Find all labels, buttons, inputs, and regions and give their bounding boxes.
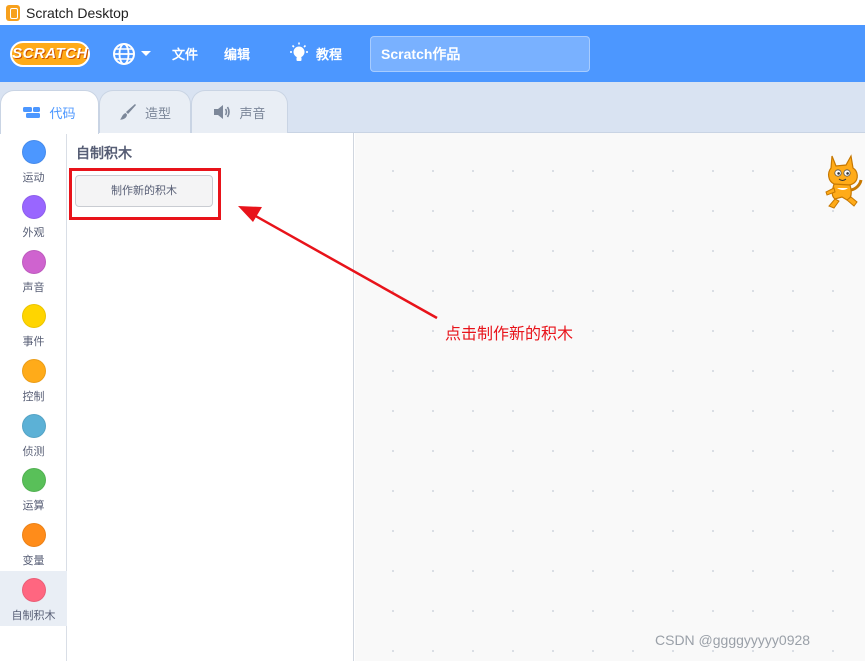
category-sensing-dot (21, 414, 46, 438)
file-menu[interactable]: 文件 (172, 44, 198, 63)
category-motion[interactable]: 运动 (0, 133, 67, 188)
palette-heading: 自制积木 (76, 146, 132, 162)
menu-bar: SCRATCH 文件 编辑 教程 Scratch作品 (0, 25, 865, 82)
category-variables[interactable]: 变量 (0, 516, 67, 571)
category-events-label: 事件 (22, 335, 45, 348)
category-sensing[interactable]: 侦测 (0, 407, 67, 462)
code-workspace[interactable] (355, 133, 865, 661)
project-title-input[interactable]: Scratch作品 (370, 35, 591, 72)
window-title: Scratch Desktop (26, 4, 129, 21)
globe-icon (113, 42, 135, 65)
category-variables-dot (21, 523, 46, 547)
sprite-cat-icon (825, 154, 863, 209)
category-operators[interactable]: 运算 (0, 461, 67, 516)
annotation-text: 点击制作新的积木 (445, 324, 574, 343)
scratch-logo-text: SCRATCH (10, 40, 90, 67)
category-menu: 运动 外观 声音 事件 控制 侦测 运算 变量 自制积木 (0, 133, 67, 661)
language-menu[interactable] (112, 42, 152, 66)
tutorials-label: 教程 (316, 48, 343, 63)
brush-icon (119, 103, 137, 121)
make-a-block-button[interactable]: 制作新的积木 (75, 175, 213, 207)
tutorials-button[interactable]: 教程 (288, 42, 342, 66)
speaker-icon (213, 104, 231, 120)
category-control-dot (21, 359, 46, 383)
category-looks[interactable]: 外观 (0, 188, 67, 243)
category-sensing-label: 侦测 (22, 445, 45, 458)
category-sound[interactable]: 声音 (0, 243, 67, 298)
tab-costumes-label: 造型 (144, 106, 171, 122)
lightbulb-icon (290, 42, 309, 61)
edit-menu[interactable]: 编辑 (224, 44, 250, 63)
editor-tab-strip: 代码 造型 声音 (0, 82, 865, 134)
tab-sounds[interactable]: 声音 (191, 90, 288, 133)
category-events[interactable]: 事件 (0, 297, 67, 352)
category-sound-dot (21, 250, 46, 274)
caret-down-icon (141, 50, 151, 56)
category-variables-label: 变量 (22, 554, 45, 567)
category-operators-dot (21, 468, 46, 492)
category-sound-label: 声音 (22, 281, 45, 294)
watermark: CSDN @ggggyyyyy0928 (655, 632, 811, 648)
category-control[interactable]: 控制 (0, 352, 67, 407)
scratch-logo[interactable]: SCRATCH (10, 39, 90, 69)
category-my-blocks-dot (21, 578, 46, 602)
tab-costumes[interactable]: 造型 (99, 90, 191, 133)
category-events-dot (21, 304, 46, 328)
category-operators-label: 运算 (22, 499, 45, 512)
category-motion-dot (21, 140, 46, 164)
tab-sounds-label: 声音 (239, 106, 266, 122)
tab-code[interactable]: 代码 (0, 90, 99, 134)
category-my-blocks[interactable]: 自制积木 (0, 571, 67, 626)
tab-code-label: 代码 (49, 107, 76, 122)
scratch-app-icon (6, 4, 20, 21)
category-my-blocks-label: 自制积木 (11, 609, 56, 622)
category-control-label: 控制 (22, 390, 45, 403)
block-palette: 自制积木 制作新的积木 (67, 133, 354, 661)
category-looks-label: 外观 (22, 226, 45, 239)
code-icon (23, 106, 41, 120)
window-title-bar: Scratch Desktop (0, 0, 865, 25)
category-looks-dot (21, 195, 46, 219)
category-motion-label: 运动 (22, 171, 45, 184)
